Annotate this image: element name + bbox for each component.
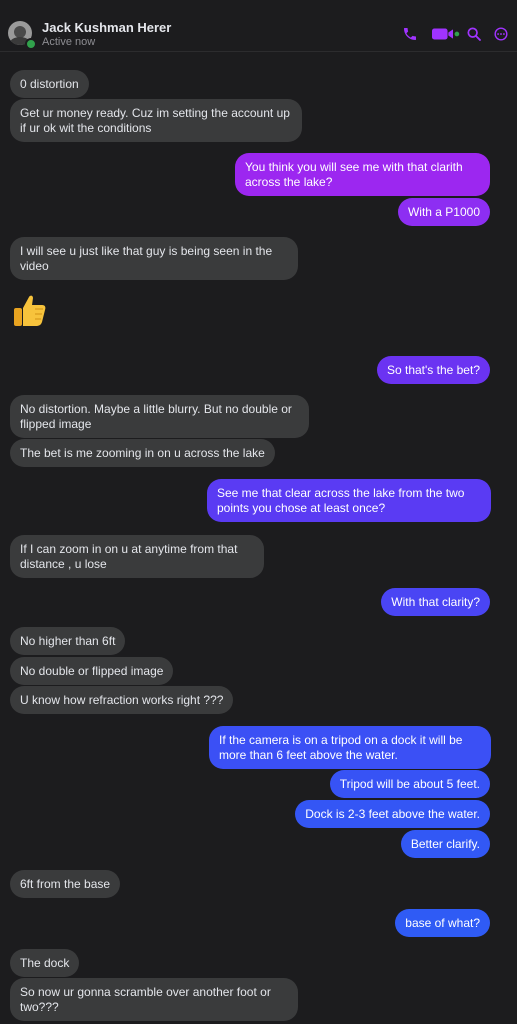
message-bubble[interactable]: Get ur money ready. Cuz im setting the a… [10, 99, 302, 142]
message-bubble[interactable]: No distortion. Maybe a little blurry. Bu… [10, 395, 309, 438]
message-bubble[interactable]: The bet is me zooming in on u across the… [10, 439, 275, 467]
message-bubble[interactable]: U know how refraction works right ??? [10, 686, 234, 714]
contact-status: Active now [42, 36, 96, 48]
message-bubble[interactable]: You think you will see me with that clar… [235, 153, 490, 196]
chat-header: Jack Kushman Herer Active now [0, 0, 517, 52]
message-bubble[interactable]: So that's the bet? [376, 356, 490, 384]
message-bubble[interactable]: The dock [10, 949, 80, 977]
message-bubble[interactable]: With that clarity? [381, 588, 490, 616]
message-bubble[interactable]: Dock is 2-3 feet above the water. [295, 800, 490, 828]
message-bubble[interactable]: base of what? [395, 909, 490, 937]
message-bubble[interactable]: With a P1000 [397, 198, 490, 226]
video-icon[interactable] [432, 26, 460, 42]
message-bubble[interactable]: No higher than 6ft [10, 627, 126, 655]
message-bubble[interactable]: No double or flipped image [10, 657, 174, 685]
message-bubble[interactable]: I will see u just like that guy is being… [10, 237, 298, 280]
message-bubble[interactable]: See me that clear across the lake from t… [207, 479, 491, 522]
message-bubble[interactable]: So now ur gonna scramble over another fo… [10, 978, 298, 1021]
thumbs-up-emoji [14, 295, 46, 326]
phone-icon[interactable] [402, 26, 418, 42]
message-bubble[interactable]: If I can zoom in on u at anytime from th… [10, 535, 264, 578]
more-icon[interactable] [494, 27, 508, 41]
message-bubble[interactable]: Better clarify. [400, 830, 490, 858]
message-bubble[interactable]: Tripod will be about 5 feet. [329, 770, 490, 798]
search-icon[interactable] [466, 26, 482, 42]
online-indicator [25, 38, 37, 50]
message-bubble[interactable]: 6ft from the base [10, 870, 121, 898]
contact-name[interactable]: Jack Kushman Herer [42, 20, 171, 35]
message-bubble[interactable]: 0 distortion [10, 70, 89, 98]
message-bubble[interactable]: If the camera is on a tripod on a dock i… [209, 726, 491, 769]
